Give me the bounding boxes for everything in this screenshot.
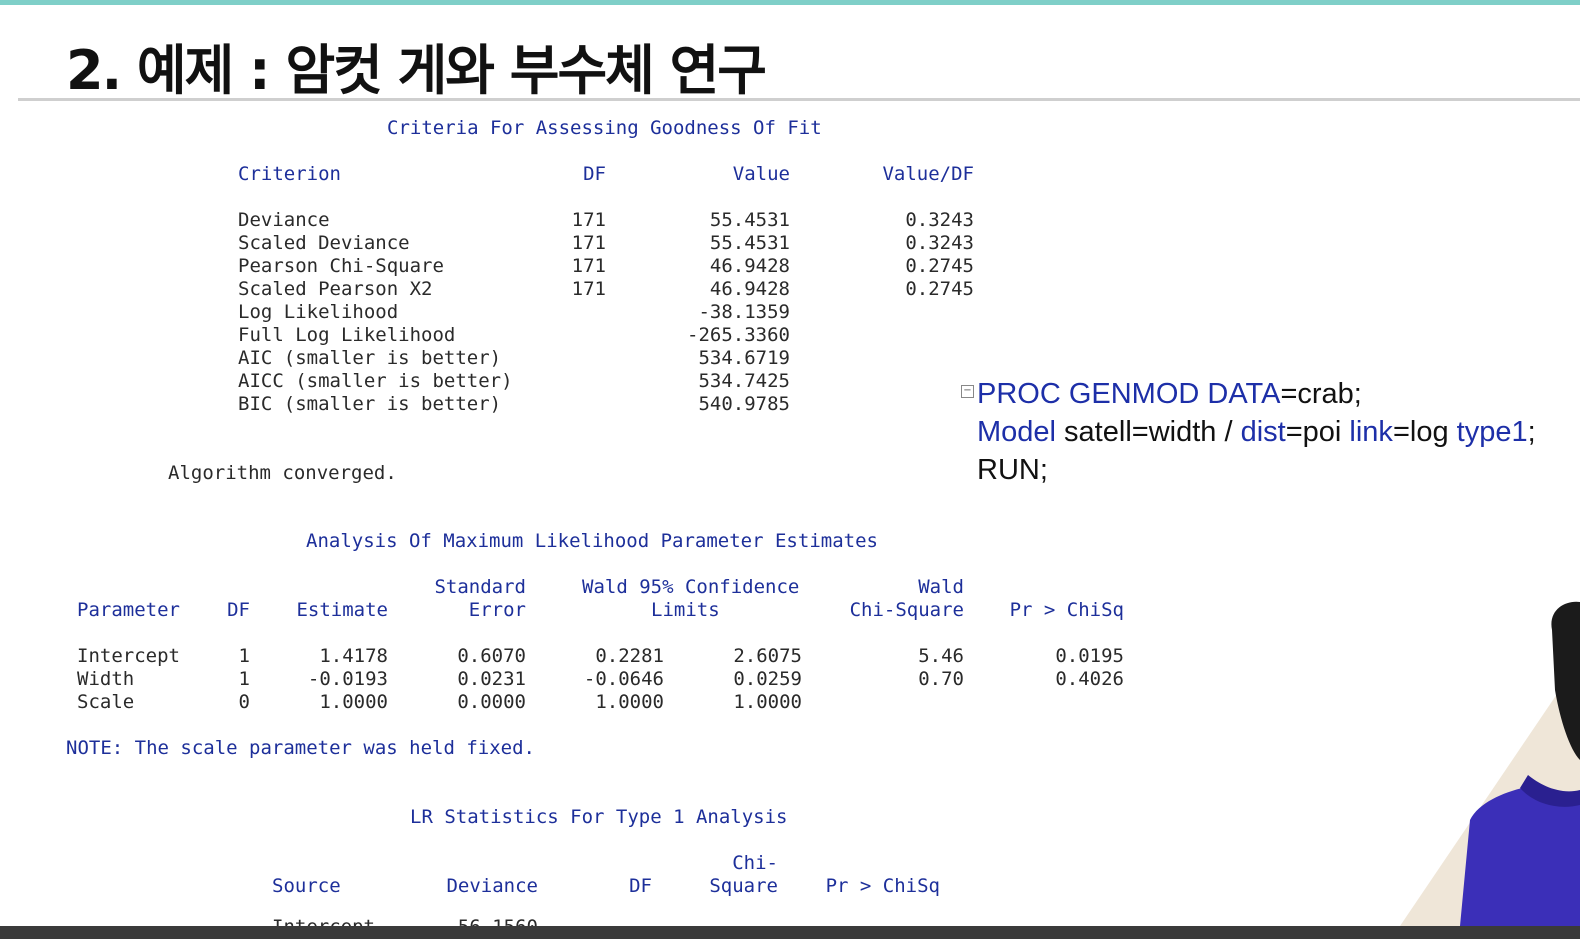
gof-cell-value: 534.7425 <box>698 370 790 392</box>
gof-cell-value: 540.9785 <box>698 393 790 415</box>
page-title: 2. 예제 : 암컷 게와 부수체 연구 <box>66 39 767 102</box>
video-progress-bar[interactable] <box>0 926 1580 939</box>
pe-cell-chisq: 5.46 <box>918 645 964 667</box>
pe-cell-df: 0 <box>238 691 250 713</box>
gof-cell-value: 46.9428 <box>709 255 790 277</box>
code-value: satell=width / <box>1056 416 1241 448</box>
code-line-1: PROC GENMOD DATA=crab; <box>977 375 1362 413</box>
code-keyword-dist: dist <box>1240 416 1286 448</box>
minus-box-icon[interactable]: − <box>961 385 974 398</box>
gof-header-value: Value <box>732 163 790 185</box>
gof-cell-value-df: 0.2745 <box>905 278 974 300</box>
pe-header-pr: Pr > ChiSq <box>1009 599 1124 621</box>
code-keyword-link: link <box>1349 416 1393 448</box>
presenter-image <box>1400 600 1580 926</box>
gof-cell-value: 55.4531 <box>709 232 790 254</box>
pe-cell-parameter: Scale <box>77 691 135 713</box>
gof-cell-value-df: 0.3243 <box>905 209 974 231</box>
code-keyword-proc: PROC GENMOD <box>977 378 1200 410</box>
lr-header-chi: Chi- <box>732 852 778 874</box>
gof-cell-criterion: Full Log Likelihood <box>238 324 456 346</box>
code-value: =poi <box>1285 416 1350 448</box>
scale-note: NOTE: The scale parameter was held fixed… <box>66 737 535 759</box>
pe-header-wald-conf: Wald 95% Confidence <box>582 576 800 598</box>
pe-cell-upper: 2.6075 <box>733 645 802 667</box>
pe-cell-estimate: 1.4178 <box>319 645 388 667</box>
lr-header-square: Square <box>709 875 778 897</box>
gof-cell-value: 534.6719 <box>698 347 790 369</box>
pe-cell-error: 0.0000 <box>457 691 526 713</box>
pe-cell-pr: 0.4026 <box>1055 668 1124 690</box>
gof-cell-df: 171 <box>571 255 606 277</box>
pe-header-error: Error <box>468 599 526 621</box>
gof-cell-criterion: Deviance <box>238 209 330 231</box>
code-line-2: Model satell=width / dist=poi link=log t… <box>977 413 1536 451</box>
code-keyword-type1: type1 <box>1456 416 1528 448</box>
code-value: =crab; <box>1280 378 1362 410</box>
algorithm-note: Algorithm converged. <box>168 462 397 484</box>
pe-header-limits: Limits <box>651 599 720 621</box>
pe-header-wald: Wald <box>918 576 964 598</box>
pe-cell-parameter: Intercept <box>77 645 180 667</box>
pe-cell-lower: 1.0000 <box>595 691 664 713</box>
pe-cell-error: 0.6070 <box>457 645 526 667</box>
gof-header-df: DF <box>583 163 606 185</box>
code-keyword-data: DATA <box>1199 378 1281 410</box>
gof-header-criterion: Criterion <box>238 163 341 185</box>
gof-cell-df: 171 <box>571 232 606 254</box>
pe-cell-df: 1 <box>238 645 250 667</box>
pe-cell-upper: 1.0000 <box>733 691 802 713</box>
pe-header-estimate: Estimate <box>296 599 388 621</box>
pe-cell-parameter: Width <box>77 668 135 690</box>
gof-cell-criterion: Pearson Chi-Square <box>238 255 444 277</box>
pe-cell-error: 0.0231 <box>457 668 526 690</box>
pe-cell-df: 1 <box>238 668 250 690</box>
pe-header-df: DF <box>227 599 250 621</box>
lr-header-pr: Pr > ChiSq <box>825 875 940 897</box>
gof-cell-criterion: BIC (smaller is better) <box>238 393 502 415</box>
gof-cell-criterion: AIC (smaller is better) <box>238 347 502 369</box>
pe-cell-lower: 0.2281 <box>595 645 664 667</box>
lr-title: LR Statistics For Type 1 Analysis <box>410 806 788 828</box>
code-line-3: RUN; <box>977 454 1048 486</box>
title-divider <box>18 98 1580 101</box>
code-value: ; <box>1527 416 1536 448</box>
presenter-silhouette <box>1400 601 1580 926</box>
pe-cell-upper: 0.0259 <box>733 668 802 690</box>
lr-header-deviance: Deviance <box>446 875 538 897</box>
gof-cell-criterion: Scaled Pearson X2 <box>238 278 433 300</box>
gof-title: Criteria For Assessing Goodness Of Fit <box>387 117 822 139</box>
pe-cell-pr: 0.0195 <box>1055 645 1124 667</box>
pe-header-standard: Standard <box>434 576 526 598</box>
gof-cell-df: 171 <box>571 209 606 231</box>
gof-cell-criterion: AICC (smaller is better) <box>238 370 513 392</box>
lr-header-df: DF <box>629 875 652 897</box>
gof-cell-criterion: Scaled Deviance <box>238 232 410 254</box>
pe-title: Analysis Of Maximum Likelihood Parameter… <box>306 530 878 552</box>
gof-cell-value: 46.9428 <box>709 278 790 300</box>
gof-cell-df: 171 <box>571 278 606 300</box>
gof-cell-criterion: Log Likelihood <box>238 301 399 323</box>
pe-header-chisq: Chi-Square <box>849 599 964 621</box>
code-keyword-model: Model <box>977 416 1056 448</box>
pe-cell-chisq: 0.70 <box>918 668 964 690</box>
code-value: =log <box>1392 416 1457 448</box>
gof-cell-value-df: 0.2745 <box>905 255 974 277</box>
gof-header-value-df: Value/DF <box>882 163 974 185</box>
gof-cell-value-df: 0.3243 <box>905 232 974 254</box>
pe-header-parameter: Parameter <box>77 599 180 621</box>
lr-header-source: Source <box>272 875 341 897</box>
pe-cell-lower: -0.0646 <box>583 668 664 690</box>
gof-cell-value: 55.4531 <box>709 209 790 231</box>
gof-cell-value: -38.1359 <box>698 301 790 323</box>
pe-cell-estimate: 1.0000 <box>319 691 388 713</box>
pe-cell-estimate: -0.0193 <box>307 668 388 690</box>
top-accent-bar <box>0 0 1580 5</box>
gof-cell-value: -265.3360 <box>687 324 790 346</box>
